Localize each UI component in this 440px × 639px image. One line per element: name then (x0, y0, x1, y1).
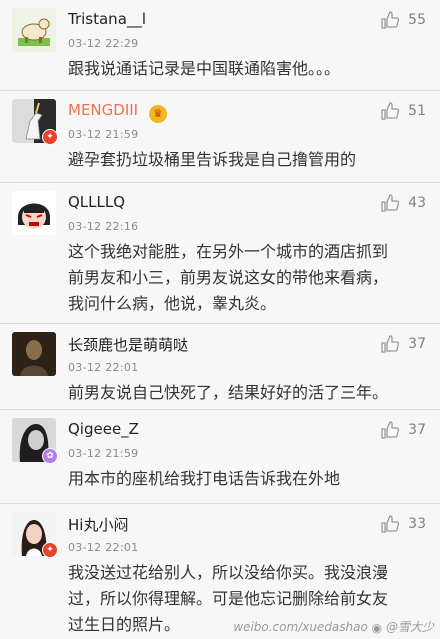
comment-item[interactable]: 长颈鹿也是萌萌哒 03-12 22:01 37 前男友说自己快死了，结果好好的活… (0, 324, 440, 410)
username[interactable]: Tristana__l (68, 10, 146, 28)
crown-emoji-icon: ♛ (148, 105, 167, 123)
angry-girl-icon (12, 191, 56, 235)
timestamp: 03-12 22:01 (68, 541, 139, 554)
username[interactable]: 长颈鹿也是萌萌哒 (68, 334, 188, 355)
comment-text: 这个我绝对能胜，在另外一个城市的酒店抓到 前男友和小三，前男友说这女的带他来看病… (68, 242, 389, 313)
like-count: 37 (408, 336, 426, 352)
watermark-url: weibo.com/xuedashao (233, 620, 368, 634)
thumbs-up-icon (381, 515, 400, 533)
weibo-logo-icon: ◉ (371, 620, 383, 635)
comment-text: 跟我说通话记录是中国联通陷害他。。。 (68, 59, 341, 78)
like-button[interactable]: 43 (380, 193, 426, 213)
like-button[interactable]: 55 (380, 10, 426, 30)
like-count: 55 (408, 12, 426, 28)
horse-cartoon-icon (12, 8, 56, 52)
username[interactable]: MENGDIII ♛ (68, 101, 167, 123)
username[interactable]: Qigeee_Z (68, 420, 139, 438)
timestamp: 03-12 22:16 (68, 220, 139, 233)
thumbs-up-icon (381, 11, 400, 29)
member-badge-icon: ✦ (42, 129, 58, 145)
watermark-handle: @雪大少 (385, 620, 434, 634)
comment-text: 避孕套扔垃圾桶里告诉我是自己撸管用的 (68, 150, 357, 169)
comment-item[interactable]: QLLLLQ 03-12 22:16 43 这个我绝对能胜，在另外一个城市的酒店… (0, 183, 440, 324)
username[interactable]: Hi丸小闷 (68, 514, 128, 535)
username-text: MENGDIII (68, 101, 139, 119)
comment-text: 用本市的座机给我打电话告诉我在外地 (68, 469, 341, 488)
avatar[interactable] (12, 332, 56, 376)
timestamp: 03-12 22:29 (68, 37, 139, 50)
thumbs-up-icon (381, 421, 400, 439)
like-count: 33 (408, 516, 426, 532)
comment-item[interactable]: ✦ MENGDIII ♛ 03-12 21:59 51 避孕套扔垃圾桶里告诉我是… (0, 91, 440, 183)
avatar[interactable] (12, 8, 56, 52)
like-button[interactable]: 33 (380, 514, 426, 534)
comment-item[interactable]: Tristana__l 03-12 22:29 55 跟我说通话记录是中国联通陷… (0, 0, 440, 91)
username[interactable]: QLLLLQ (68, 193, 125, 211)
watermark: weibo.com/xuedashao ◉ @雪大少 (233, 618, 434, 635)
thumbs-up-icon (381, 194, 400, 212)
like-button[interactable]: 51 (380, 101, 426, 121)
thumbs-up-icon (381, 335, 400, 353)
timestamp: 03-12 22:01 (68, 361, 139, 374)
member-badge-icon: ✿ (42, 448, 58, 464)
thumbs-up-icon (381, 102, 400, 120)
like-button[interactable]: 37 (380, 420, 426, 440)
painting-portrait-icon (12, 332, 56, 376)
comment-text: 前男友说自己快死了，结果好好的活了三年。 (68, 383, 389, 402)
comment-item[interactable]: ✿ Qigeee_Z 03-12 21:59 37 用本市的座机给我打电话告诉我… (0, 410, 440, 504)
timestamp: 03-12 21:59 (68, 447, 139, 460)
like-count: 37 (408, 422, 426, 438)
timestamp: 03-12 21:59 (68, 128, 139, 141)
member-badge-icon: ✦ (42, 542, 58, 558)
like-count: 43 (408, 195, 426, 211)
avatar[interactable] (12, 191, 56, 235)
like-count: 51 (408, 103, 426, 119)
like-button[interactable]: 37 (380, 334, 426, 354)
